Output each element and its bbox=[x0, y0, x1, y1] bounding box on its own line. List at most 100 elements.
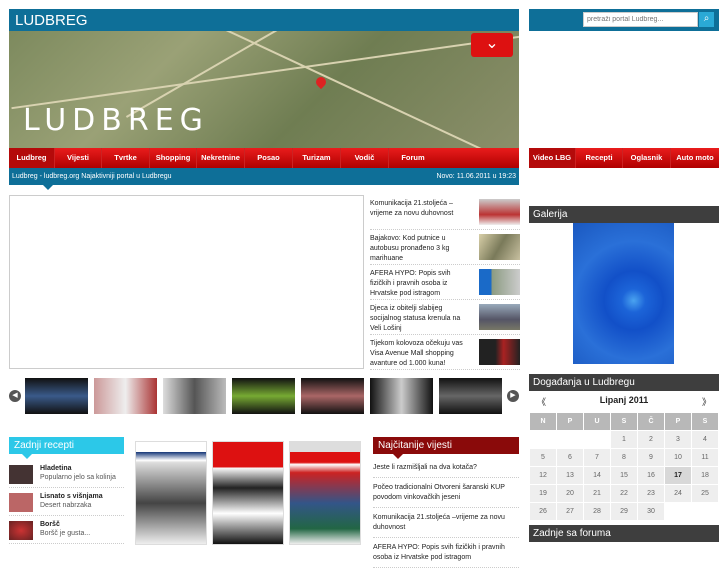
video-thumbnail[interactable] bbox=[25, 378, 88, 414]
nav-auto-moto[interactable]: Auto moto bbox=[671, 148, 719, 168]
calendar-day[interactable]: 7 bbox=[584, 449, 610, 466]
calendar-empty bbox=[557, 431, 583, 448]
calendar-day[interactable]: 4 bbox=[692, 431, 718, 448]
most-read-item[interactable]: Komunikacija 21.stoljeća –vrijeme za nov… bbox=[373, 508, 519, 538]
calendar-grid: N P U S Č P S 1 2 3 4 5 6 7 8 9 10 11 12 13 14 15 16 17 18 19 20 21… bbox=[529, 412, 719, 521]
calendar-day[interactable]: 3 bbox=[665, 431, 691, 448]
calendar-day[interactable]: 14 bbox=[584, 467, 610, 484]
prev-arrow-icon[interactable]: ◀ bbox=[9, 390, 21, 402]
search-bar: ⌕ bbox=[529, 9, 719, 31]
calendar-day[interactable]: 12 bbox=[530, 467, 556, 484]
news-item[interactable]: Tijekom kolovoza očekuju vas Visa Avenue… bbox=[370, 335, 520, 370]
calendar-day[interactable]: 2 bbox=[638, 431, 664, 448]
news-title: Komunikacija 21.stoljeća –vrijeme za nov… bbox=[370, 200, 454, 217]
calendar-day[interactable]: 16 bbox=[638, 467, 664, 484]
recipe-item[interactable]: Hladetina Popularno jelo sa kolinja bbox=[9, 460, 124, 488]
gallery-panel: Galerija bbox=[529, 206, 719, 364]
calendar-day[interactable]: 25 bbox=[692, 485, 718, 502]
calendar-next[interactable]: 》 bbox=[702, 395, 711, 408]
calendar-day[interactable]: 23 bbox=[638, 485, 664, 502]
calendar-day[interactable]: 30 bbox=[638, 503, 664, 520]
calendar-day[interactable]: 24 bbox=[665, 485, 691, 502]
nav-recepti[interactable]: Recepti bbox=[576, 148, 623, 168]
weekday-header: U bbox=[584, 413, 610, 430]
calendar-day[interactable]: 10 bbox=[665, 449, 691, 466]
calendar-day[interactable]: 22 bbox=[611, 485, 637, 502]
recipe-item[interactable]: Boršč Boršč je gusta... bbox=[9, 516, 124, 544]
most-read-panel: Najčitanije vijesti Jeste li razmišljali… bbox=[373, 437, 519, 568]
calendar-day[interactable]: 21 bbox=[584, 485, 610, 502]
nav-tvrtke[interactable]: Tvrtke bbox=[102, 148, 150, 168]
gallery-image[interactable] bbox=[573, 223, 674, 364]
most-read-item[interactable]: Jeste li razmišljali na dva kotača? bbox=[373, 458, 519, 478]
gallery-title: Galerija bbox=[529, 206, 719, 223]
search-input[interactable] bbox=[583, 12, 698, 27]
video-thumbnail[interactable] bbox=[163, 378, 226, 414]
video-thumbnail[interactable] bbox=[301, 378, 364, 414]
calendar-prev[interactable]: 《 bbox=[537, 395, 546, 408]
calendar-empty bbox=[665, 503, 691, 520]
nav-turizam[interactable]: Turizam bbox=[293, 148, 341, 168]
calendar-day[interactable]: 6 bbox=[557, 449, 583, 466]
expand-chevron-icon[interactable]: ⌄ bbox=[471, 33, 513, 57]
calendar-month: Lipanj 2011 bbox=[599, 395, 649, 405]
nav-forum[interactable]: Forum bbox=[389, 148, 437, 168]
recipe-thumbnail bbox=[9, 521, 33, 540]
nav-nekretnine[interactable]: Nekretnine bbox=[197, 148, 245, 168]
news-thumbnail bbox=[479, 269, 520, 295]
recipe-desc: Boršč je gusta... bbox=[40, 530, 91, 537]
video-thumbnail[interactable] bbox=[94, 378, 157, 414]
news-item[interactable]: Bajakovo: Kod putnice u autobusu pronađe… bbox=[370, 230, 520, 265]
video-thumbnail[interactable] bbox=[232, 378, 295, 414]
video-thumbnail[interactable] bbox=[370, 378, 433, 414]
most-read-item[interactable]: AFERA HYPO: Popis svih fizičkih i pravni… bbox=[373, 538, 519, 568]
video-thumbnail-strip: ◀ ▶ bbox=[9, 376, 519, 416]
calendar-day[interactable]: 15 bbox=[611, 467, 637, 484]
nav-video-lbg[interactable]: Video LBG bbox=[529, 148, 576, 168]
calendar-day[interactable]: 19 bbox=[530, 485, 556, 502]
recipe-name: Boršč bbox=[40, 521, 60, 528]
featured-player[interactable] bbox=[9, 195, 364, 369]
news-item[interactable]: Komunikacija 21.stoljeća –vrijeme za nov… bbox=[370, 195, 520, 230]
nav-oglasnik[interactable]: Oglasnik bbox=[623, 148, 671, 168]
recipe-desc: Desert nabrzaka bbox=[40, 502, 92, 509]
next-arrow-icon[interactable]: ▶ bbox=[507, 390, 519, 402]
news-title: AFERA HYPO: Popis svih fizičkih i pravni… bbox=[370, 270, 451, 297]
recipe-item[interactable]: Lisnato s višnjama Desert nabrzaka bbox=[9, 488, 124, 516]
most-read-item[interactable]: Počeo tradicionalni Otvoreni šaranski KU… bbox=[373, 478, 519, 508]
nav-vijesti[interactable]: Vijesti bbox=[55, 148, 102, 168]
calendar-day[interactable]: 11 bbox=[692, 449, 718, 466]
nav-ludbreg[interactable]: Ludbreg bbox=[9, 148, 55, 168]
calendar-day[interactable]: 29 bbox=[611, 503, 637, 520]
calendar-day[interactable]: 28 bbox=[584, 503, 610, 520]
calendar-day[interactable]: 5 bbox=[530, 449, 556, 466]
calendar-day[interactable]: 1 bbox=[611, 431, 637, 448]
recipes-title: Zadnji recepti bbox=[9, 437, 124, 459]
nav-vodic[interactable]: Vodič bbox=[341, 148, 389, 168]
news-item[interactable]: AFERA HYPO: Popis svih fizičkih i pravni… bbox=[370, 265, 520, 300]
last-update: Novo: 11.06.2011 u 19:23 bbox=[436, 173, 516, 180]
calendar-day[interactable]: 18 bbox=[692, 467, 718, 484]
news-thumbnail bbox=[479, 199, 520, 225]
video-thumbnail[interactable] bbox=[439, 378, 502, 414]
forum-title: Zadnje sa foruma bbox=[529, 525, 719, 542]
newspaper-jutarnji[interactable] bbox=[135, 441, 207, 545]
news-item[interactable]: Djeca iz obitelji slabijeg socijalnog st… bbox=[370, 300, 520, 335]
search-button[interactable]: ⌕ bbox=[699, 12, 714, 27]
calendar-day[interactable]: 9 bbox=[638, 449, 664, 466]
info-bar: Ludbreg - ludbreg.org Najaktivniji porta… bbox=[9, 168, 519, 190]
calendar-day[interactable]: 20 bbox=[557, 485, 583, 502]
calendar-day[interactable]: 17 bbox=[665, 467, 691, 484]
calendar-empty bbox=[692, 503, 718, 520]
calendar-day[interactable]: 8 bbox=[611, 449, 637, 466]
calendar-day[interactable]: 26 bbox=[530, 503, 556, 520]
recipe-thumbnail bbox=[9, 493, 33, 512]
newspaper-sn[interactable] bbox=[212, 441, 284, 545]
nav-posao[interactable]: Posao bbox=[245, 148, 293, 168]
recipe-desc: Popularno jelo sa kolinja bbox=[40, 474, 116, 481]
newspaper-slobodna-dalmacija[interactable] bbox=[289, 441, 361, 545]
calendar-day[interactable]: 13 bbox=[557, 467, 583, 484]
header-map-banner: LUDBREG ⌄ bbox=[9, 31, 519, 148]
nav-shopping[interactable]: Shopping bbox=[150, 148, 197, 168]
calendar-day[interactable]: 27 bbox=[557, 503, 583, 520]
